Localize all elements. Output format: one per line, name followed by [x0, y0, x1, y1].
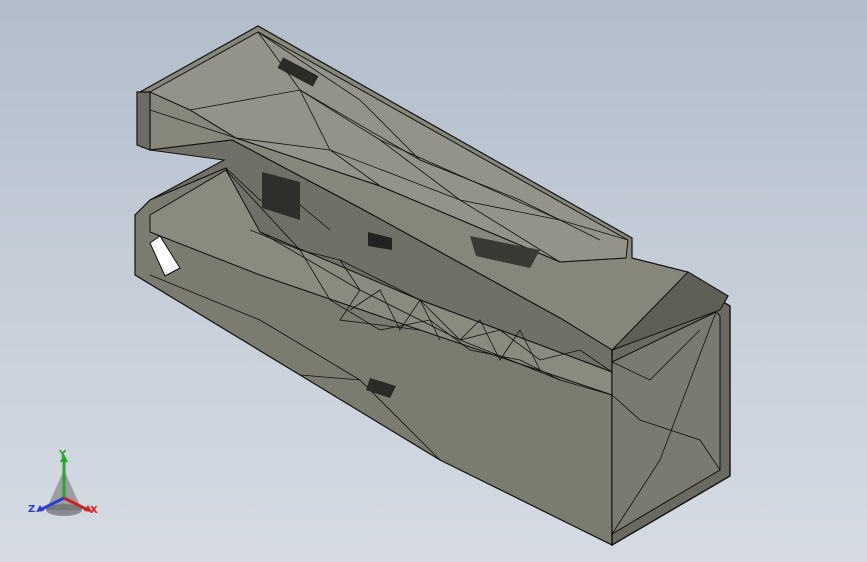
x-axis-label: X	[90, 505, 98, 516]
3d-model[interactable]	[0, 0, 867, 562]
model-left-end-face	[136, 91, 151, 151]
y-axis-label: Y	[59, 449, 67, 460]
z-axis-label: Z	[28, 504, 36, 515]
orientation-triad: Y Z X	[26, 448, 102, 522]
graphics-viewport[interactable]: Y Z X	[0, 0, 867, 562]
